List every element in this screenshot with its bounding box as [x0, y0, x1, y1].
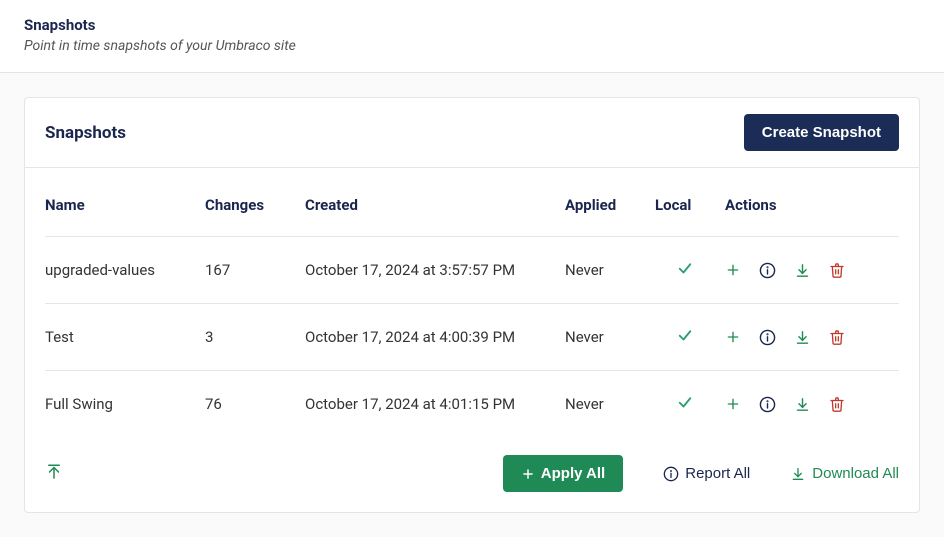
row-info-button[interactable]: [759, 329, 776, 346]
cell-changes: 76: [205, 371, 305, 438]
info-icon: [759, 396, 776, 413]
cell-actions: [725, 304, 899, 371]
row-download-button[interactable]: [794, 262, 811, 279]
report-all-label: Report All: [685, 465, 750, 482]
header-actions: Actions: [725, 168, 899, 237]
cell-created: October 17, 2024 at 3:57:57 PM: [305, 237, 565, 304]
check-icon: [676, 397, 694, 415]
cell-name: Test: [45, 304, 205, 371]
table-row: Full Swing76October 17, 2024 at 4:01:15 …: [45, 371, 899, 438]
cell-local: [655, 237, 725, 304]
create-snapshot-button[interactable]: Create Snapshot: [744, 114, 899, 151]
upload-icon: [45, 463, 63, 481]
download-icon: [794, 396, 811, 413]
cell-applied: Never: [565, 237, 655, 304]
table-wrap: Name Changes Created Applied Local Actio…: [25, 168, 919, 437]
row-add-button[interactable]: [725, 329, 741, 345]
row-add-button[interactable]: [725, 396, 741, 412]
trash-icon: [829, 396, 845, 413]
row-delete-button[interactable]: [829, 396, 845, 413]
check-icon: [676, 263, 694, 281]
cell-created: October 17, 2024 at 4:01:15 PM: [305, 371, 565, 438]
row-download-button[interactable]: [794, 396, 811, 413]
content-area: Snapshots Create Snapshot Name Changes C…: [0, 73, 944, 537]
cell-name: Full Swing: [45, 371, 205, 438]
cell-changes: 167: [205, 237, 305, 304]
info-icon: [759, 262, 776, 279]
cell-actions: [725, 371, 899, 438]
page-subtitle: Point in time snapshots of your Umbraco …: [24, 38, 920, 54]
download-all-label: Download All: [812, 465, 899, 482]
apply-all-button[interactable]: Apply All: [503, 455, 623, 492]
header-name: Name: [45, 168, 205, 237]
card-footer: Apply All Report All Download All: [25, 437, 919, 512]
snapshots-card: Snapshots Create Snapshot Name Changes C…: [24, 97, 920, 513]
header-created: Created: [305, 168, 565, 237]
info-icon: [663, 466, 679, 482]
trash-icon: [829, 262, 845, 279]
header-changes: Changes: [205, 168, 305, 237]
cell-name: upgraded-values: [45, 237, 205, 304]
snapshots-table: Name Changes Created Applied Local Actio…: [45, 168, 899, 437]
report-all-button[interactable]: Report All: [663, 465, 750, 482]
create-snapshot-label: Create Snapshot: [762, 124, 881, 141]
page-title: Snapshots: [24, 16, 920, 34]
table-row: upgraded-values167October 17, 2024 at 3:…: [45, 237, 899, 304]
row-download-button[interactable]: [794, 329, 811, 346]
table-row: Test3October 17, 2024 at 4:00:39 PMNever: [45, 304, 899, 371]
trash-icon: [829, 329, 845, 346]
cell-local: [655, 371, 725, 438]
upload-button[interactable]: [45, 463, 63, 481]
card-header: Snapshots Create Snapshot: [25, 98, 919, 168]
card-title: Snapshots: [45, 123, 126, 143]
cell-applied: Never: [565, 371, 655, 438]
cell-applied: Never: [565, 304, 655, 371]
cell-local: [655, 304, 725, 371]
cell-created: October 17, 2024 at 4:00:39 PM: [305, 304, 565, 371]
row-delete-button[interactable]: [829, 262, 845, 279]
header-local: Local: [655, 168, 725, 237]
header-applied: Applied: [565, 168, 655, 237]
check-icon: [676, 330, 694, 348]
page-header: Snapshots Point in time snapshots of you…: [0, 0, 944, 73]
cell-changes: 3: [205, 304, 305, 371]
info-icon: [759, 329, 776, 346]
plus-icon: [725, 329, 741, 345]
download-icon: [790, 466, 806, 482]
download-all-button[interactable]: Download All: [790, 465, 899, 482]
apply-all-label: Apply All: [541, 465, 605, 482]
table-header-row: Name Changes Created Applied Local Actio…: [45, 168, 899, 237]
row-info-button[interactable]: [759, 262, 776, 279]
row-add-button[interactable]: [725, 262, 741, 278]
row-info-button[interactable]: [759, 396, 776, 413]
plus-icon: [725, 396, 741, 412]
download-icon: [794, 262, 811, 279]
row-delete-button[interactable]: [829, 329, 845, 346]
plus-icon: [521, 467, 535, 481]
plus-icon: [725, 262, 741, 278]
download-icon: [794, 329, 811, 346]
cell-actions: [725, 237, 899, 304]
